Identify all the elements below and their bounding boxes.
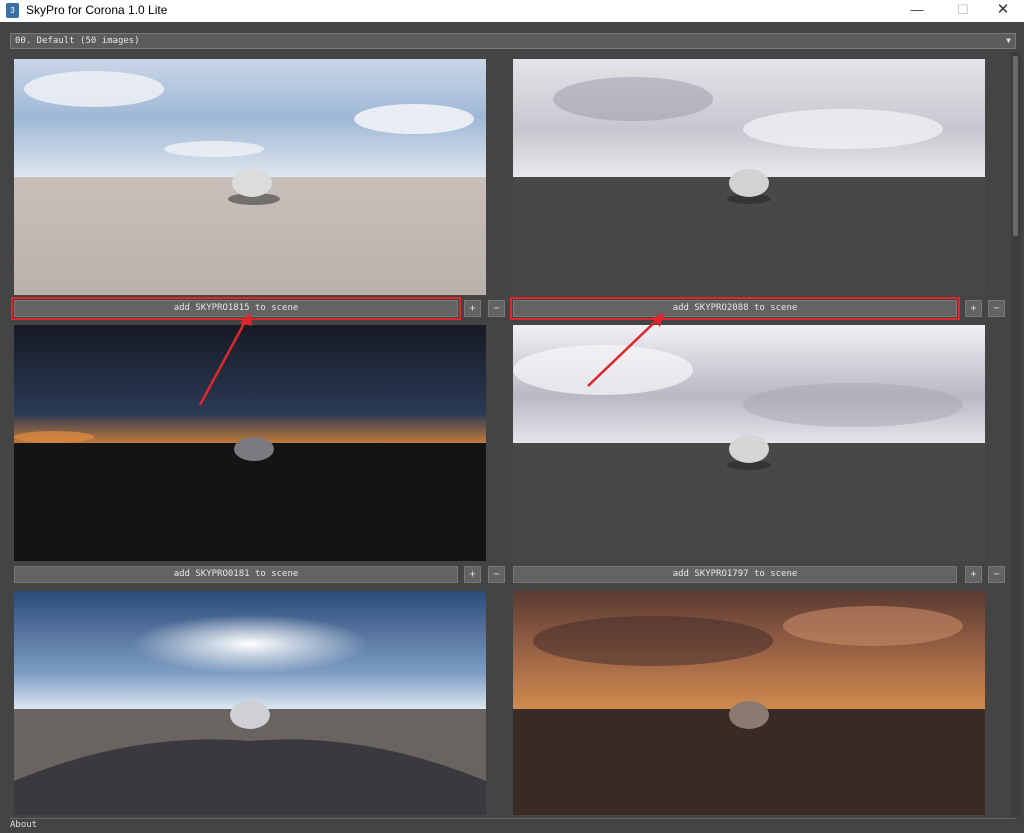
sky-thumbnail[interactable] xyxy=(513,59,985,295)
app-icon: 3 xyxy=(6,3,19,18)
sky-thumbnail[interactable] xyxy=(14,325,486,561)
minus-button[interactable]: − xyxy=(988,300,1005,317)
close-button[interactable]: ✕ xyxy=(980,0,1024,22)
about-label: About xyxy=(10,820,38,830)
add-to-scene-button[interactable]: add SKYPRO0181 to scene xyxy=(14,566,458,583)
minus-button[interactable]: − xyxy=(988,566,1005,583)
about-section: About xyxy=(10,818,1016,831)
sky-thumbnail[interactable] xyxy=(14,591,486,815)
plus-button[interactable]: + xyxy=(965,566,982,583)
add-to-scene-button[interactable]: add SKYPRO1797 to scene xyxy=(513,566,957,583)
add-to-scene-button[interactable]: add SKYPRO2088 to scene xyxy=(510,297,960,320)
window-title: SkyPro for Corona 1.0 Lite xyxy=(26,3,168,17)
plus-button[interactable]: + xyxy=(464,566,481,583)
minimize-button[interactable]: — xyxy=(894,0,940,22)
scrollbar-thumb[interactable] xyxy=(1013,56,1018,236)
minus-button[interactable]: − xyxy=(488,566,505,583)
sky-thumbnail[interactable] xyxy=(513,591,985,815)
add-to-scene-button[interactable]: add SKYPRO1815 to scene xyxy=(11,297,461,320)
sky-thumbnail[interactable] xyxy=(14,59,486,295)
minus-button[interactable]: − xyxy=(488,300,505,317)
library-selected: 00. Default (50 images) xyxy=(15,36,140,46)
plus-button[interactable]: + xyxy=(965,300,982,317)
chevron-down-icon: ▼ xyxy=(1006,36,1011,45)
plus-button[interactable]: + xyxy=(464,300,481,317)
sky-thumbnail[interactable] xyxy=(513,325,985,561)
title-bar: 3 SkyPro for Corona 1.0 Lite — ☐ ✕ xyxy=(0,0,1024,22)
library-dropdown[interactable]: 00. Default (50 images) ▼ xyxy=(10,33,1016,49)
